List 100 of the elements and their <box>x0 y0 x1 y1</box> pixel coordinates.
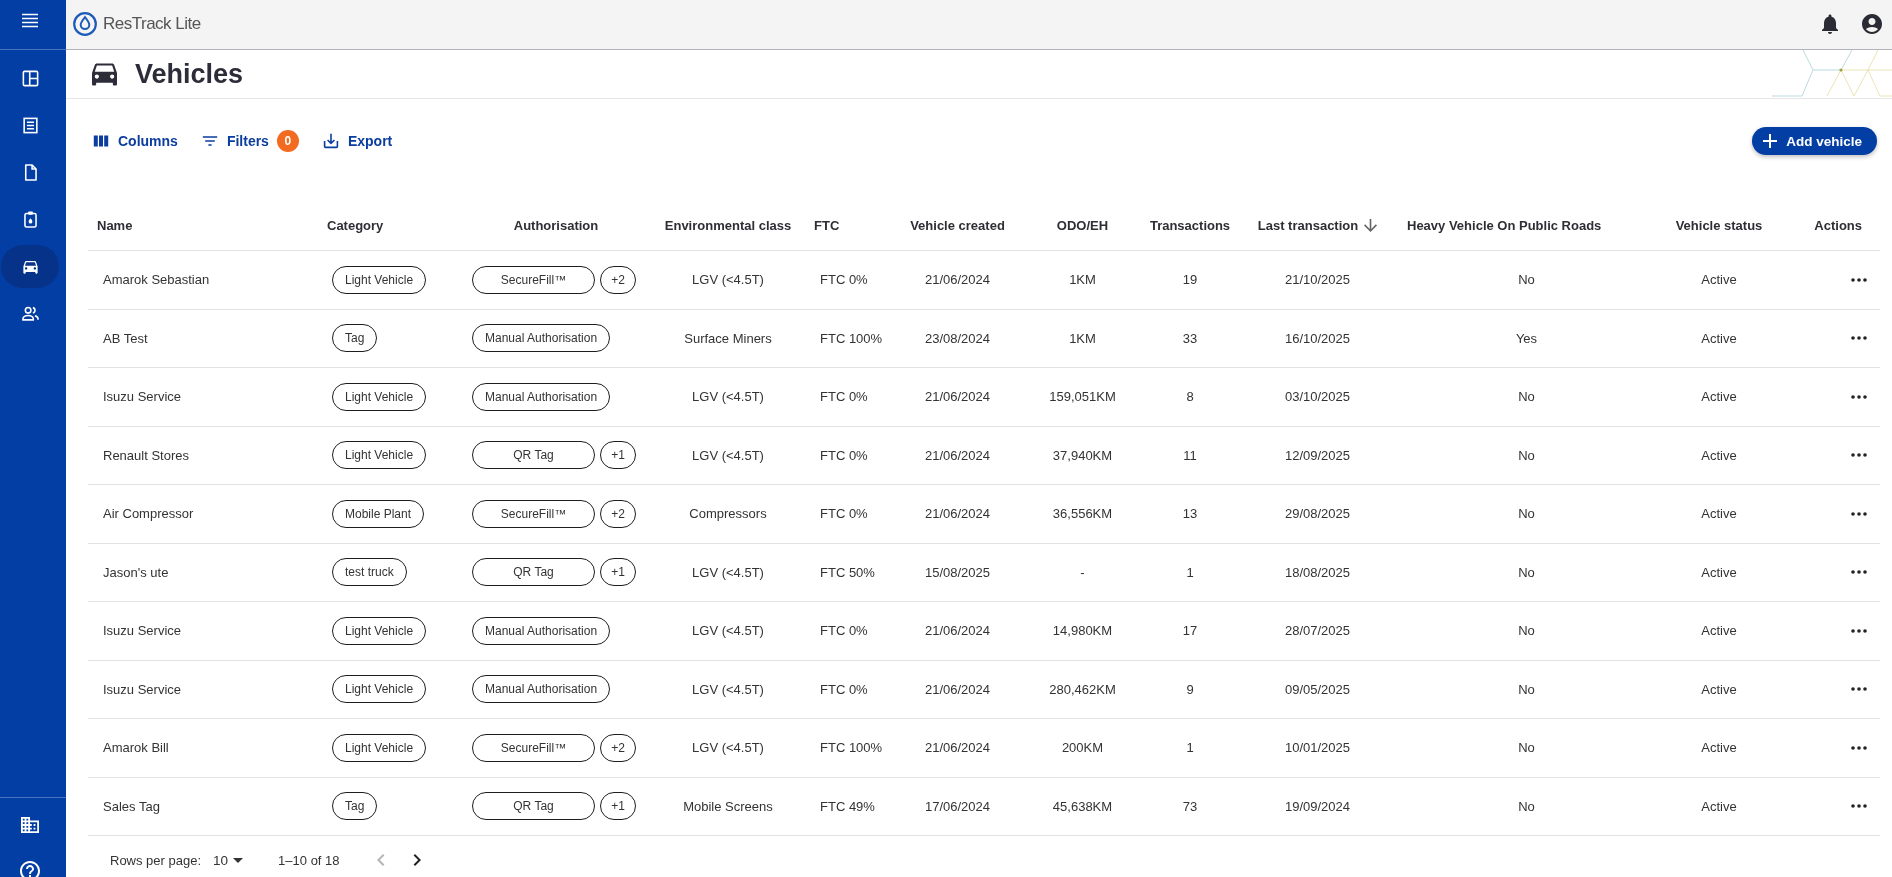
table-cell: LGV (<4.5T) <box>692 564 764 580</box>
water-drop-logo-icon[interactable] <box>73 12 97 36</box>
table-cell: 18/08/2025 <box>1284 564 1351 580</box>
column-header[interactable]: Environmental class <box>664 217 792 233</box>
table-cell: FTC 0% <box>820 272 868 288</box>
app-title: ResTrack Lite <box>103 14 201 34</box>
table-cell: 19 <box>1182 272 1198 288</box>
chevron-left-icon <box>375 853 386 867</box>
table-cell: 16/10/2025 <box>1284 330 1351 346</box>
table-cell: 280,462KM <box>1049 681 1116 697</box>
table-cell: FTC 50% <box>820 564 875 580</box>
table-cell: 21/06/2024 <box>924 447 991 463</box>
table-cell: 21/10/2025 <box>1284 272 1351 288</box>
table-cell: Active <box>1701 798 1737 814</box>
export-button[interactable]: Export <box>317 129 398 153</box>
plus-icon <box>1763 134 1778 148</box>
notification-bell-icon[interactable] <box>1821 14 1839 34</box>
filters-button[interactable]: Filters 0 <box>196 126 304 156</box>
column-header[interactable]: ODO/EH <box>1056 217 1109 233</box>
sidebar-nav-button[interactable] <box>1 245 59 288</box>
table-cell: Active <box>1701 389 1737 405</box>
table-cell: Active <box>1701 623 1737 639</box>
table-cell: Compressors <box>689 506 767 522</box>
table-cell: Active <box>1701 740 1737 756</box>
table-cell: 159,051KM <box>1049 389 1116 405</box>
table-cell: Active <box>1701 564 1737 580</box>
column-header[interactable]: Authorisation <box>513 217 599 233</box>
table-cell: Active <box>1701 681 1737 697</box>
table-cell: 21/06/2024 <box>924 272 991 288</box>
page-range-text: 1–10 of 18 <box>278 852 340 868</box>
table-cell: FTC 0% <box>820 681 868 697</box>
table-cell: 14,980KM <box>1052 623 1113 639</box>
columns-icon <box>93 133 109 149</box>
table-cell: 1 <box>1186 564 1194 580</box>
vehicle-name: Air Compressor <box>103 506 194 522</box>
account-icon[interactable] <box>1862 14 1882 34</box>
table-cell: 1KM <box>1069 330 1096 346</box>
column-header[interactable]: Vehicle status <box>1675 217 1763 233</box>
table-cell: Active <box>1701 272 1737 288</box>
column-header[interactable]: Heavy Vehicle On Public Roads <box>1407 217 1602 233</box>
vehicle-name: Isuzu Service <box>103 681 182 697</box>
more-dots-icon <box>1851 628 1867 633</box>
table-cell: No <box>1518 389 1535 405</box>
filter-icon <box>201 133 218 149</box>
table-cell: FTC 49% <box>820 798 875 814</box>
table-cell: No <box>1518 623 1535 639</box>
menu-icon[interactable] <box>21 12 39 30</box>
table-cell: 03/10/2025 <box>1284 389 1351 405</box>
table-cell: LGV (<4.5T) <box>692 272 764 288</box>
table-cell: 8 <box>1186 389 1194 405</box>
table-cell: 12/09/2025 <box>1284 447 1351 463</box>
vehicle-name: Renault Stores <box>103 447 189 463</box>
people-icon <box>20 304 40 323</box>
table-cell: FTC 100% <box>820 740 883 756</box>
table-cell: No <box>1518 740 1535 756</box>
table-cell: 21/06/2024 <box>924 506 991 522</box>
column-header[interactable]: Name <box>97 217 133 233</box>
building-icon[interactable] <box>21 816 39 834</box>
list-document-icon <box>20 116 40 135</box>
table-cell: 29/08/2025 <box>1284 506 1351 522</box>
table-cell: 13 <box>1182 506 1198 522</box>
table-cell: Active <box>1701 506 1737 522</box>
more-dots-icon <box>1851 394 1867 399</box>
column-header[interactable]: Vehicle created <box>910 217 1005 233</box>
table-cell: Active <box>1701 447 1737 463</box>
vehicle-name: Isuzu Service <box>103 623 182 639</box>
table-cell: 1KM <box>1069 272 1096 288</box>
table-cell: 21/06/2024 <box>924 389 991 405</box>
table-cell: FTC 0% <box>820 389 868 405</box>
table-cell: FTC 100% <box>820 330 883 346</box>
table-cell: LGV (<4.5T) <box>692 681 764 697</box>
table-cell: 21/06/2024 <box>924 681 991 697</box>
column-header[interactable]: Last transaction <box>1257 217 1378 233</box>
table-cell: - <box>1080 564 1085 580</box>
columns-button[interactable]: Columns <box>88 129 183 153</box>
more-dots-icon <box>1851 745 1867 750</box>
column-header[interactable]: Category <box>327 217 384 233</box>
rows-per-page-select[interactable]: 10 <box>213 852 246 868</box>
vehicle-name: Amarok Sebastian <box>103 272 210 288</box>
column-header[interactable]: Transactions <box>1149 217 1231 233</box>
table-cell: 73 <box>1182 798 1198 814</box>
table-cell: 17 <box>1182 623 1198 639</box>
table-cell: 1 <box>1186 740 1194 756</box>
column-header[interactable]: FTC <box>814 217 840 233</box>
table-cell: 45,638KM <box>1052 798 1113 814</box>
download-tray-icon <box>322 133 339 149</box>
table-cell: 21/06/2024 <box>924 623 991 639</box>
table-cell: FTC 0% <box>820 506 868 522</box>
filter-count-badge: 0 <box>276 130 299 152</box>
table-cell: No <box>1518 447 1535 463</box>
table-cell: Yes <box>1515 330 1538 346</box>
table-cell: 37,940KM <box>1052 447 1113 463</box>
table-cell: FTC 0% <box>820 623 868 639</box>
table-cell: 9 <box>1186 681 1194 697</box>
vehicle-name: AB Test <box>103 330 148 346</box>
column-header[interactable]: Actions <box>1814 217 1862 233</box>
table-cell: FTC 0% <box>820 447 868 463</box>
help-icon[interactable] <box>20 861 40 877</box>
vehicle-name: Sales Tag <box>103 798 160 814</box>
add-vehicle-button[interactable]: Add vehicle <box>1752 127 1877 155</box>
